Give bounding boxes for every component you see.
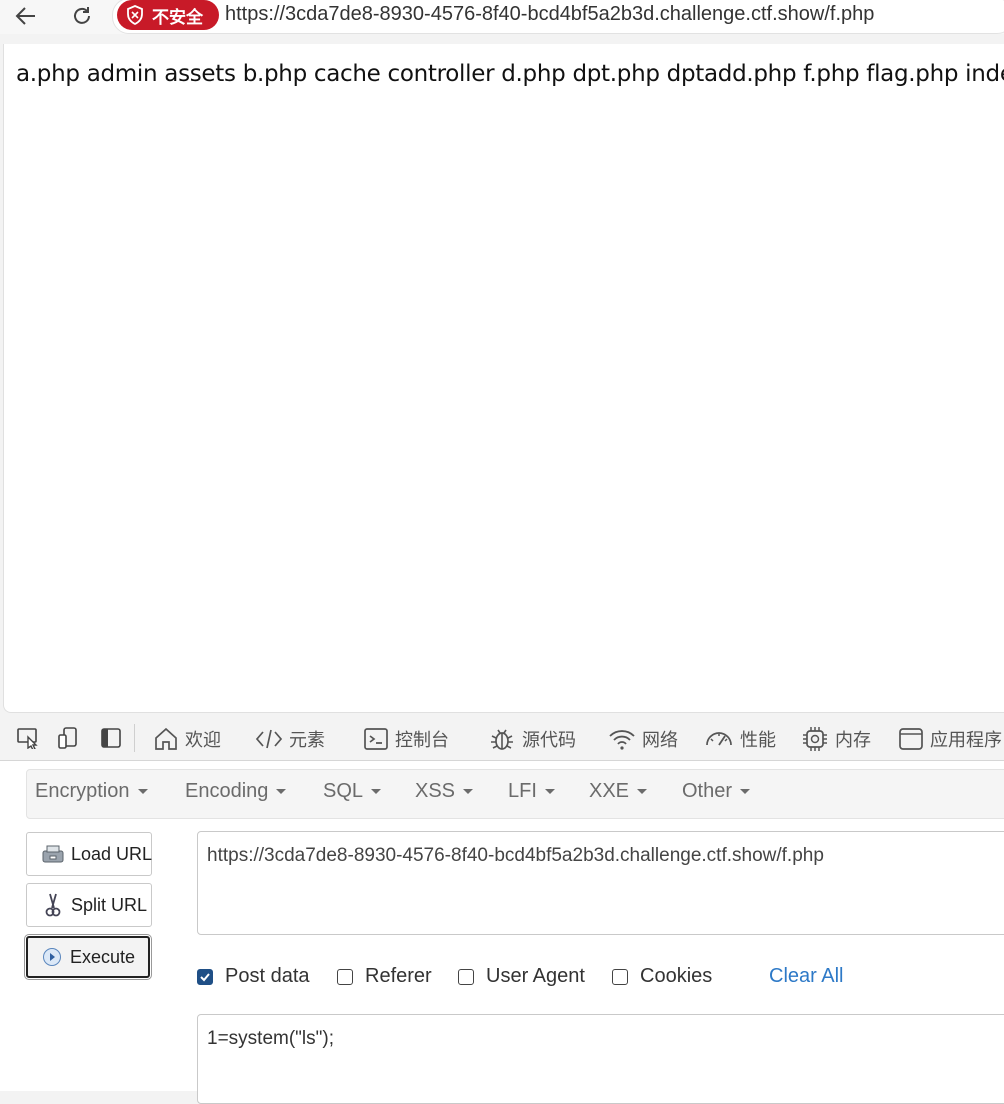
devtools-tab-performance[interactable]: 性能 — [704, 724, 776, 754]
load-url-icon — [41, 842, 65, 866]
devtools-tab-label: 性能 — [740, 730, 776, 751]
reload-button[interactable] — [66, 2, 98, 30]
scissors-icon — [41, 893, 65, 917]
devtools-tab-label: 元素 — [289, 730, 325, 751]
menu-label: Other — [682, 780, 733, 802]
back-arrow-icon — [15, 7, 35, 25]
devtools-tab-label: 应用程序 — [930, 730, 1002, 751]
caret-down-icon — [371, 789, 382, 794]
devtools-tab-elements[interactable]: 元素 — [255, 724, 325, 754]
user-agent-checkbox[interactable]: User Agent — [458, 965, 585, 988]
devtools-tab-network[interactable]: 网络 — [608, 724, 678, 754]
split-url-button[interactable]: Split URL — [26, 883, 152, 927]
devtools-tab-application[interactable]: 应用程序 — [898, 724, 1002, 754]
hackbar-panel: Encryption Encoding SQL XSS LFI XXE Othe… — [0, 761, 1004, 1104]
checkbox-label: User Agent — [486, 965, 585, 987]
back-button[interactable] — [10, 2, 42, 30]
devtools-tab-label: 源代码 — [522, 730, 576, 751]
checkbox-label: Referer — [365, 965, 432, 987]
checkbox-label: Post data — [225, 965, 310, 987]
devtools-tab-sources[interactable]: 源代码 — [488, 724, 576, 754]
hackbar-menubar: Encryption Encoding SQL XSS LFI XXE Othe… — [26, 769, 1004, 819]
browser-toolbar: 不安全 https://3cda7de8-8930-4576-8f40-bcd4… — [0, 0, 1004, 34]
console-icon — [364, 728, 388, 750]
security-badge[interactable]: 不安全 — [117, 0, 219, 30]
execute-label: Execute — [70, 946, 136, 967]
security-badge-label: 不安全 — [152, 7, 203, 28]
caret-down-icon — [463, 789, 474, 794]
checkbox-unchecked[interactable] — [612, 968, 628, 985]
devtools-tab-memory[interactable]: 内存 — [801, 724, 871, 754]
check-icon — [200, 972, 210, 981]
inspect-element-icon[interactable] — [16, 726, 40, 750]
menu-sql[interactable]: SQL — [323, 780, 382, 803]
menu-xss[interactable]: XSS — [415, 780, 474, 803]
window-icon — [899, 728, 923, 750]
checkbox-checked[interactable] — [197, 968, 213, 985]
menu-label: Encryption — [35, 780, 130, 802]
caret-down-icon — [637, 789, 648, 794]
page-viewport: a.php admin assets b.php cache controlle… — [3, 44, 1004, 713]
menu-label: XSS — [415, 780, 456, 802]
wifi-icon — [609, 730, 635, 750]
menu-label: LFI — [508, 780, 537, 802]
caret-down-icon — [276, 789, 287, 794]
checkbox-unchecked[interactable] — [458, 968, 474, 985]
menu-xxe[interactable]: XXE — [589, 780, 648, 803]
devtools-tabbar: 欢迎 元素 控制台 源代码 网络 性能 内存 应用程序 — [0, 716, 1004, 761]
clear-all-link[interactable]: Clear All — [769, 965, 843, 988]
caret-down-icon — [544, 789, 555, 794]
devtools-tab-welcome[interactable]: 欢迎 — [153, 724, 221, 754]
gauge-icon — [706, 732, 732, 746]
address-bar-url[interactable]: https://3cda7de8-8930-4576-8f40-bcd4bf5a… — [225, 3, 874, 26]
shield-icon — [127, 5, 143, 25]
load-url-button[interactable]: Load URL — [26, 832, 152, 876]
referer-checkbox[interactable]: Referer — [337, 965, 432, 988]
devtools-separator — [134, 724, 135, 752]
bug-icon — [491, 729, 513, 750]
load-url-label: Load URL — [71, 843, 153, 864]
menu-other[interactable]: Other — [682, 780, 751, 803]
menu-encryption[interactable]: Encryption — [35, 780, 148, 803]
caret-down-icon — [137, 789, 148, 794]
url-textarea[interactable]: https://3cda7de8-8930-4576-8f40-bcd4bf5a… — [197, 831, 1004, 935]
devtools-tab-label: 控制台 — [395, 730, 449, 751]
menu-label: XXE — [589, 780, 630, 802]
chip-icon — [803, 727, 827, 751]
menu-label: Encoding — [185, 780, 269, 802]
split-url-label: Split URL — [71, 894, 148, 915]
device-emulation-icon[interactable] — [56, 726, 80, 750]
code-icon — [255, 729, 283, 749]
reload-icon — [74, 7, 90, 24]
menu-lfi[interactable]: LFI — [508, 780, 555, 803]
execute-button[interactable]: Execute — [24, 934, 152, 980]
checkbox-unchecked[interactable] — [337, 968, 353, 985]
checkbox-label: Cookies — [640, 965, 713, 987]
devtools-tab-label: 内存 — [835, 730, 871, 751]
devtools-tab-label: 网络 — [642, 730, 678, 751]
devtools-tab-label: 欢迎 — [185, 730, 221, 751]
dock-side-icon[interactable] — [99, 726, 123, 750]
menu-label: SQL — [323, 780, 364, 802]
cookies-checkbox[interactable]: Cookies — [612, 965, 712, 988]
home-icon — [155, 727, 177, 750]
devtools-tab-console[interactable]: 控制台 — [363, 724, 449, 754]
caret-down-icon — [740, 789, 751, 794]
post-data-checkbox[interactable]: Post data — [197, 965, 310, 988]
menu-encoding[interactable]: Encoding — [185, 780, 287, 803]
play-icon — [40, 945, 64, 969]
page-output-text: a.php admin assets b.php cache controlle… — [16, 61, 1004, 87]
